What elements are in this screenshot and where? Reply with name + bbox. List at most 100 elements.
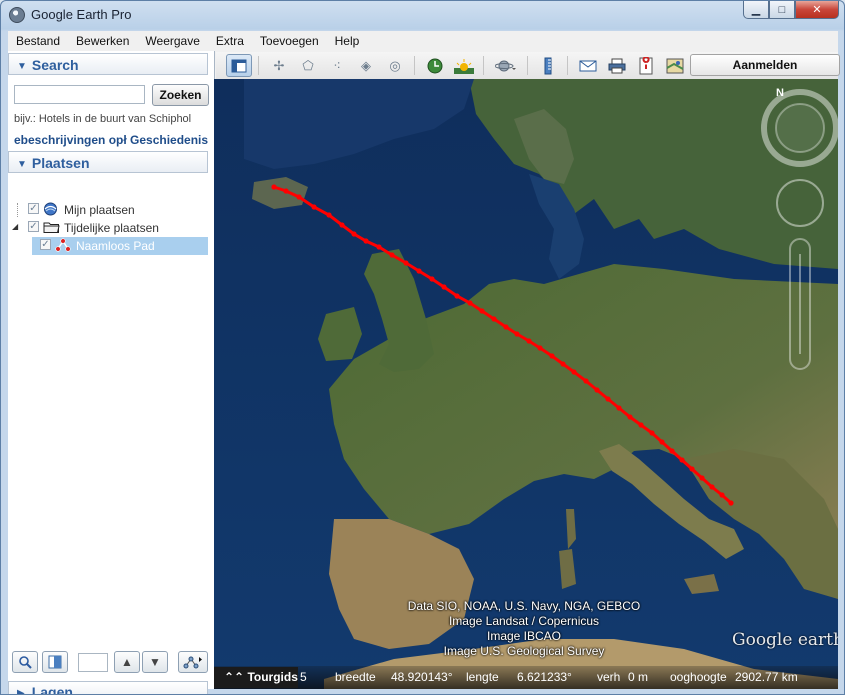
move-down-button[interactable]: ▼ — [142, 651, 168, 673]
path-vertex[interactable] — [583, 378, 589, 384]
layers-panel-header[interactable]: ▶ Lagen — [8, 681, 208, 694]
path-vertex[interactable] — [416, 268, 422, 274]
search-panel-header[interactable]: ▼ Search — [8, 53, 208, 75]
path-vertex[interactable] — [594, 387, 600, 393]
add-placemark-button[interactable]: ✢ — [266, 54, 292, 77]
title-bar[interactable]: Google Earth Pro ▁ □ ✕ — [1, 1, 844, 29]
record-tour-button[interactable]: ◎ — [382, 54, 408, 77]
planets-button[interactable] — [491, 54, 521, 77]
path-vertex[interactable] — [537, 345, 543, 351]
path-vertex[interactable] — [479, 308, 485, 314]
path-vertex[interactable] — [689, 466, 695, 472]
path-vertex[interactable] — [363, 238, 369, 244]
path-vertex[interactable] — [514, 331, 520, 337]
search-places-button[interactable] — [12, 651, 38, 673]
tree-item-untitled-path[interactable]: ✓ Naamloos Pad — [8, 237, 212, 255]
places-filter-field[interactable] — [78, 653, 108, 672]
path-overlay[interactable] — [214, 79, 838, 689]
places-panel-header[interactable]: ▼ Plaatsen — [8, 151, 208, 173]
minimize-button[interactable]: ▁ — [743, 1, 769, 19]
path-vertex[interactable] — [403, 260, 409, 266]
path-vertex[interactable] — [728, 500, 734, 506]
path-vertex[interactable] — [649, 430, 655, 436]
path-vertex[interactable] — [429, 276, 435, 282]
sign-in-button[interactable]: Aanmelden — [690, 54, 840, 76]
tree-item-temporary-places[interactable]: ◢ ✓ Tijdelijke plaatsen — [8, 219, 212, 237]
path-vertex[interactable] — [339, 222, 345, 228]
search-example-text: bijv.: Hotels in de buurt van Schiphol — [14, 113, 192, 125]
email-icon — [579, 60, 597, 71]
tree-item-my-places[interactable]: ✓ Mijn plaatsen — [8, 201, 212, 219]
path-vertex[interactable] — [283, 188, 289, 194]
path-vertex[interactable] — [638, 422, 644, 428]
menu-bestand[interactable]: Bestand — [8, 31, 68, 51]
path-vertex[interactable] — [271, 184, 277, 190]
path-vertex[interactable] — [549, 353, 555, 359]
path-vertex[interactable] — [311, 204, 317, 210]
path-vertex[interactable] — [467, 300, 473, 306]
google-earth-app-icon — [9, 7, 25, 23]
path-vertex[interactable] — [605, 396, 611, 402]
email-button[interactable] — [575, 54, 601, 77]
path-vertex[interactable] — [699, 475, 705, 481]
path-vertex[interactable] — [571, 369, 577, 375]
maximize-button[interactable]: □ — [769, 1, 795, 19]
path-vertex[interactable] — [296, 194, 302, 200]
search-button[interactable]: Zoeken — [152, 84, 209, 106]
path-vertex[interactable] — [441, 284, 447, 290]
close-button[interactable]: ✕ — [795, 1, 839, 19]
path-vertex[interactable] — [709, 484, 715, 490]
path-vertex[interactable] — [679, 457, 685, 463]
ruler-button[interactable] — [535, 54, 561, 77]
compass-north-label: N — [776, 87, 784, 99]
view-in-maps-button[interactable] — [662, 54, 688, 77]
tourguide-button[interactable]: ⌃⌃ Tourgids — [214, 667, 298, 688]
sunlight-button[interactable] — [451, 54, 477, 77]
checkbox[interactable]: ✓ — [28, 203, 39, 214]
path-vertex[interactable] — [491, 316, 497, 322]
menu-weergave[interactable]: Weergave — [137, 31, 207, 51]
search-tabs-links[interactable]: ebeschrijvingen opł Geschiedenis — [14, 133, 211, 147]
path-vertex[interactable] — [616, 405, 622, 411]
historical-imagery-icon — [427, 58, 443, 73]
print-button[interactable] — [604, 54, 630, 77]
path-vertex[interactable] — [627, 414, 633, 420]
path-vertex[interactable] — [454, 293, 460, 299]
status-bar: ⌃⌃ Tourgids 5 breedte 48.920143° lengte … — [214, 666, 838, 689]
folder-icon — [43, 220, 60, 234]
path-icon — [55, 238, 71, 252]
places-panel-title: Plaatsen — [31, 155, 90, 171]
menu-extra[interactable]: Extra — [208, 31, 252, 51]
path-line[interactable] — [273, 185, 732, 505]
path-vertex[interactable] — [351, 231, 357, 237]
print-icon — [608, 58, 626, 73]
checkbox[interactable]: ✓ — [40, 239, 51, 250]
add-path-button[interactable]: ⁖ — [324, 54, 350, 77]
menu-help[interactable]: Help — [327, 31, 368, 51]
search-input[interactable] — [14, 85, 145, 104]
path-options-button[interactable] — [178, 651, 208, 673]
path-vertex[interactable] — [503, 324, 509, 330]
menu-toevoegen[interactable]: Toevoegen — [252, 31, 327, 51]
longitude-value: 6.621233° — [517, 670, 572, 684]
panel-toggle-button[interactable] — [42, 651, 68, 673]
move-up-button[interactable]: ▲ — [114, 651, 140, 673]
path-vertex[interactable] — [526, 338, 532, 344]
path-vertex[interactable] — [376, 244, 382, 250]
path-vertex[interactable] — [389, 252, 395, 258]
expand-arrow-icon[interactable]: ◢ — [12, 222, 18, 231]
save-image-button[interactable] — [633, 54, 659, 77]
sidebar-toggle-button[interactable] — [226, 54, 252, 77]
path-vertex[interactable] — [560, 361, 566, 367]
path-vertex[interactable] — [326, 212, 332, 218]
menu-bewerken[interactable]: Bewerken — [68, 31, 137, 51]
path-vertex[interactable] — [669, 448, 675, 454]
save-image-icon — [639, 56, 653, 74]
earth-view[interactable]: N Data SIO, NOAA, U.S. Navy, NGA, GEBCO … — [214, 79, 838, 689]
path-vertex[interactable] — [659, 439, 665, 445]
add-overlay-button[interactable]: ◈ — [353, 54, 379, 77]
add-polygon-button[interactable]: ⬠ — [295, 54, 321, 77]
historical-imagery-button[interactable] — [422, 54, 448, 77]
checkbox[interactable]: ✓ — [28, 221, 39, 232]
path-vertex[interactable] — [719, 492, 725, 498]
